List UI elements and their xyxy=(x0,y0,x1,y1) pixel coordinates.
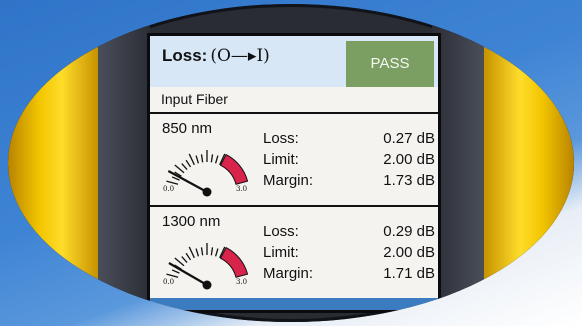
device-yellow-side-left xyxy=(8,4,98,322)
device-yellow-side-right xyxy=(484,4,574,322)
gauge-tick xyxy=(214,248,219,257)
limit-label: Limit: xyxy=(263,151,299,168)
gauge-tick xyxy=(214,155,219,164)
gauge-tick xyxy=(166,180,179,185)
loss-label: Loss: xyxy=(263,130,299,147)
margin-label: Margin: xyxy=(263,265,314,282)
gauge-tick xyxy=(185,252,192,261)
gauge-hub xyxy=(202,280,212,290)
gauge-tick xyxy=(171,269,180,274)
title-label: Loss: xyxy=(162,46,208,65)
gauge-tick xyxy=(195,155,200,164)
gauge-min-label: 0.0 xyxy=(163,185,175,193)
gauge-needle xyxy=(168,262,208,286)
screen-bottom-strip xyxy=(150,298,438,310)
gauge-tick xyxy=(210,247,214,256)
gauge-min-label: 0.0 xyxy=(163,278,175,286)
device-grip-left xyxy=(98,4,150,322)
title-formula: (O—▸I) xyxy=(210,46,270,66)
margin-label: Margin: xyxy=(263,172,314,189)
device-screen: Loss: (O—▸I) PASS Input Fiber 850 nm 0.0 … xyxy=(147,33,441,313)
gauge-tick xyxy=(185,159,192,168)
margin-value: 1.71 dB xyxy=(383,265,435,282)
loss-value: 0.27 dB xyxy=(383,130,435,147)
limit-value: 2.00 dB xyxy=(383,151,435,168)
gauge-tick xyxy=(188,246,195,259)
gauge-tick xyxy=(200,154,204,163)
loss-value: 0.29 dB xyxy=(383,223,435,240)
gauge-red-zone xyxy=(219,246,249,278)
gauge-tick xyxy=(188,153,195,166)
margin-value: 1.73 dB xyxy=(383,172,435,189)
measurement-panel-1: 850 nm 0.0 3.0 Loss: 0.27 dB Limit: 2.00… xyxy=(150,114,438,205)
measurement-panel-2: 1300 nm 0.0 3.0 Loss: 0.29 dB Limit: 2.0… xyxy=(150,207,438,298)
gauge-tick xyxy=(181,163,188,171)
gauge-hub xyxy=(202,187,212,197)
wavelength-label: 1300 nm xyxy=(162,213,221,230)
wavelength-label: 850 nm xyxy=(162,120,213,137)
loss-label: Loss: xyxy=(263,223,299,240)
gauge-tick xyxy=(174,257,185,267)
gauge-tick xyxy=(210,154,214,163)
limit-label: Limit: xyxy=(263,244,299,261)
gauge-max-label: 3.0 xyxy=(236,185,248,193)
gauge-red-zone xyxy=(219,153,249,185)
section-label: Input Fiber xyxy=(161,91,228,107)
screen-title: Loss: (O—▸I) xyxy=(162,46,270,66)
limit-value: 2.00 dB xyxy=(383,244,435,261)
screen-header: Loss: (O—▸I) PASS xyxy=(150,36,438,87)
gauge-tick xyxy=(181,256,188,264)
gauge-tick xyxy=(200,247,204,256)
gauge-tick xyxy=(166,273,179,278)
device-bezel: Loss: (O—▸I) PASS Input Fiber 850 nm 0.0 … xyxy=(8,4,574,322)
gauge-tick xyxy=(195,248,200,257)
gauge-tick xyxy=(174,164,185,174)
pass-status-badge: PASS xyxy=(346,41,434,87)
gauge-max-label: 3.0 xyxy=(236,278,248,286)
